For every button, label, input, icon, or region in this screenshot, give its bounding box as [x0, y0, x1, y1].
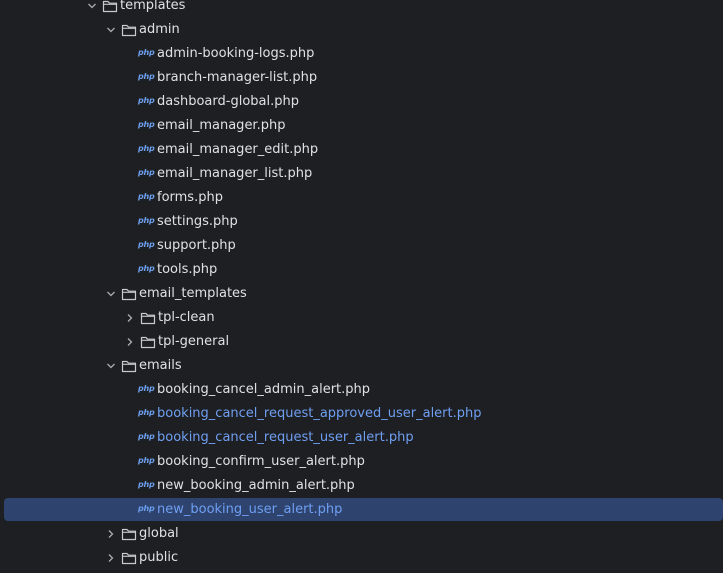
tree-folder-admin[interactable]: admin [0, 18, 723, 42]
tree-file-admin-booking-logs-php[interactable]: php admin-booking-logs.php [0, 42, 723, 66]
tree-folder-emails[interactable]: emails [0, 354, 723, 378]
php-file-icon: php [138, 432, 155, 441]
tree-file-dashboard-global-php[interactable]: php dashboard-global.php [0, 90, 723, 114]
chevron-down-icon[interactable] [103, 354, 119, 378]
chevron-right-icon[interactable] [122, 330, 138, 354]
folder-icon [121, 546, 137, 570]
folder-label: emails [139, 358, 182, 373]
file-label: email_manager.php [157, 118, 286, 133]
tree-file-support-php[interactable]: php support.php [0, 234, 723, 258]
tree-file-booking-cancel-request-approved-user-alert-php[interactable]: php booking_cancel_request_approved_user_… [0, 402, 723, 426]
folder-icon [121, 282, 137, 306]
folder-icon [140, 306, 156, 330]
tree-folder-tpl-general[interactable]: tpl-general [0, 330, 723, 354]
folder-label: public [139, 550, 179, 565]
tree-file-email-manager-php[interactable]: php email_manager.php [0, 114, 723, 138]
folder-icon [121, 354, 137, 378]
folder-label: admin [139, 22, 180, 37]
chevron-down-icon[interactable] [84, 0, 100, 18]
php-file-icon: php [138, 168, 155, 177]
file-label: email_manager_edit.php [157, 142, 319, 157]
php-file-icon: php [138, 408, 155, 417]
chevron-down-icon[interactable] [103, 18, 119, 42]
file-label: branch-manager-list.php [157, 70, 318, 85]
php-file-icon: php [138, 48, 155, 57]
php-file-icon: php [138, 384, 155, 393]
php-file-icon: php [138, 456, 155, 465]
file-label: booking_cancel_admin_alert.php [157, 382, 371, 397]
tree-file-booking-confirm-user-alert-php[interactable]: php booking_confirm_user_alert.php [0, 450, 723, 474]
file-label: new_booking_user_alert.php [157, 502, 343, 517]
tree-file-new-booking-user-alert-php[interactable]: php new_booking_user_alert.php [0, 498, 723, 522]
file-label: booking_cancel_request_user_alert.php [157, 430, 414, 445]
tree-file-settings-php[interactable]: php settings.php [0, 210, 723, 234]
project-file-tree: templates admin php admin-booking-logs.php p… [0, 0, 723, 573]
tree-file-email-manager-edit-php[interactable]: php email_manager_edit.php [0, 138, 723, 162]
folder-label: global [139, 526, 179, 541]
php-file-icon: php [138, 120, 155, 129]
php-file-icon: php [138, 504, 155, 513]
chevron-right-icon[interactable] [122, 306, 138, 330]
php-file-icon: php [138, 216, 155, 225]
file-label: support.php [157, 238, 236, 253]
tree-file-tools-php[interactable]: php tools.php [0, 258, 723, 282]
chevron-right-icon[interactable] [103, 546, 119, 570]
tree-file-booking-cancel-request-user-alert-php[interactable]: php booking_cancel_request_user_alert.php [0, 426, 723, 450]
tree-folder-public[interactable]: public [0, 546, 723, 570]
tree-file-booking-cancel-admin-alert-php[interactable]: php booking_cancel_admin_alert.php [0, 378, 723, 402]
folder-label: email_templates [139, 286, 247, 301]
file-label: email_manager_list.php [157, 166, 313, 181]
file-label: admin-booking-logs.php [157, 46, 315, 61]
chevron-right-icon[interactable] [103, 522, 119, 546]
tree-folder-email-templates[interactable]: email_templates [0, 282, 723, 306]
folder-label: tpl-clean [158, 310, 215, 325]
chevron-down-icon[interactable] [103, 282, 119, 306]
folder-icon [121, 522, 137, 546]
selection-highlight [4, 498, 723, 521]
php-file-icon: php [138, 480, 155, 489]
tree-file-email-manager-list-php[interactable]: php email_manager_list.php [0, 162, 723, 186]
file-label: booking_cancel_request_approved_user_ale… [157, 406, 482, 421]
folder-icon [140, 330, 156, 354]
php-file-icon: php [138, 264, 155, 273]
file-label: forms.php [157, 190, 223, 205]
file-label: booking_confirm_user_alert.php [157, 454, 365, 469]
tree-folder-global[interactable]: global [0, 522, 723, 546]
tree-file-branch-manager-list-php[interactable]: php branch-manager-list.php [0, 66, 723, 90]
php-file-icon: php [138, 240, 155, 249]
php-file-icon: php [138, 96, 155, 105]
php-file-icon: php [138, 192, 155, 201]
folder-label: tpl-general [158, 334, 230, 349]
folder-icon [121, 18, 137, 42]
tree-file-new-booking-admin-alert-php[interactable]: php new_booking_admin_alert.php [0, 474, 723, 498]
php-file-icon: php [138, 72, 155, 81]
tree-folder-templates[interactable]: templates [0, 0, 723, 18]
tree-folder-tpl-clean[interactable]: tpl-clean [0, 306, 723, 330]
file-label: tools.php [157, 262, 218, 277]
tree-file-forms-php[interactable]: php forms.php [0, 186, 723, 210]
folder-label: templates [120, 0, 186, 13]
folder-icon [102, 0, 118, 18]
file-label: settings.php [157, 214, 238, 229]
file-label: new_booking_admin_alert.php [157, 478, 355, 493]
file-label: dashboard-global.php [157, 94, 299, 109]
php-file-icon: php [138, 144, 155, 153]
